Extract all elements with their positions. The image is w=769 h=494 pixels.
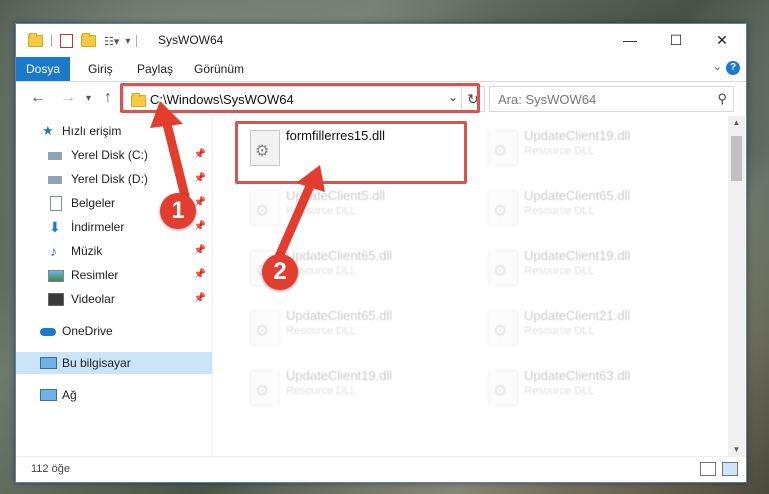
step-badge-1: 1	[160, 193, 196, 229]
step-badge-2: 2	[262, 254, 298, 290]
arrowhead-1	[150, 101, 183, 128]
arrow-1	[161, 115, 190, 201]
annotation-arrows	[150, 101, 325, 264]
arrow-2	[273, 181, 315, 264]
